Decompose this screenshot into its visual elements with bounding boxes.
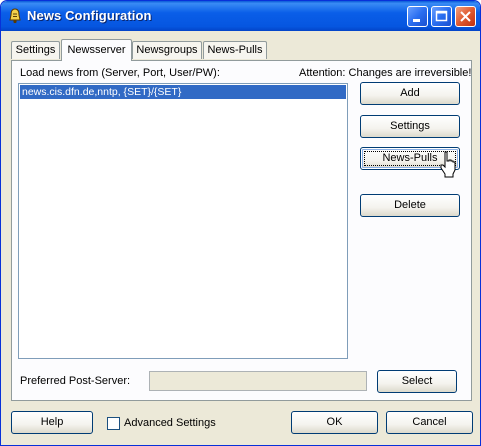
advanced-settings-label[interactable]: Advanced Settings bbox=[124, 417, 216, 429]
list-label: Load news from (Server, Port, User/PW): bbox=[20, 67, 220, 79]
server-listbox[interactable]: news.cis.dfn.de,nntp, {SET}/{SET} bbox=[18, 83, 348, 359]
attention-label: Attention: Changes are irreversible! bbox=[299, 67, 472, 79]
title-bar[interactable]: News Configuration bbox=[1, 1, 480, 31]
tab-settings[interactable]: Settings bbox=[11, 41, 60, 59]
server-list-item[interactable]: news.cis.dfn.de,nntp, {SET}/{SET} bbox=[20, 85, 346, 99]
select-button[interactable]: Select bbox=[377, 370, 457, 393]
tab-news-pulls[interactable]: News-Pulls bbox=[203, 41, 267, 59]
cancel-button-label: Cancel bbox=[412, 416, 447, 428]
delete-button[interactable]: Delete bbox=[360, 194, 460, 217]
add-button[interactable]: Add bbox=[360, 82, 460, 105]
post-server-label: Preferred Post-Server: bbox=[20, 375, 131, 387]
ok-button[interactable]: OK bbox=[291, 411, 378, 434]
app-bell-icon bbox=[9, 8, 21, 24]
maximize-icon bbox=[435, 10, 448, 22]
minimize-button[interactable] bbox=[407, 6, 428, 27]
tab-newsserver[interactable]: Newsserver bbox=[61, 39, 132, 61]
tab-newsgroups[interactable]: Newsgroups bbox=[132, 41, 202, 59]
close-button[interactable] bbox=[455, 6, 476, 27]
help-button[interactable]: Help bbox=[11, 411, 93, 434]
ok-button-label: OK bbox=[326, 416, 343, 428]
post-server-field bbox=[149, 371, 367, 391]
maximize-button[interactable] bbox=[431, 6, 452, 27]
delete-button-label: Delete bbox=[394, 199, 426, 211]
close-icon bbox=[460, 11, 471, 22]
mouse-pointer-icon bbox=[440, 151, 456, 178]
cancel-button[interactable]: Cancel bbox=[386, 411, 473, 434]
minimize-icon bbox=[413, 19, 420, 22]
settings-button-label: Settings bbox=[390, 120, 430, 132]
help-button-label: Help bbox=[40, 416, 64, 428]
window-title: News Configuration bbox=[27, 8, 152, 23]
settings-button[interactable]: Settings bbox=[360, 115, 460, 138]
add-button-label: Add bbox=[400, 87, 420, 99]
news-configuration-window: News Configuration Settings Newsserver N… bbox=[0, 0, 481, 446]
select-button-label: Select bbox=[401, 375, 433, 387]
advanced-settings-checkbox[interactable] bbox=[107, 417, 120, 430]
